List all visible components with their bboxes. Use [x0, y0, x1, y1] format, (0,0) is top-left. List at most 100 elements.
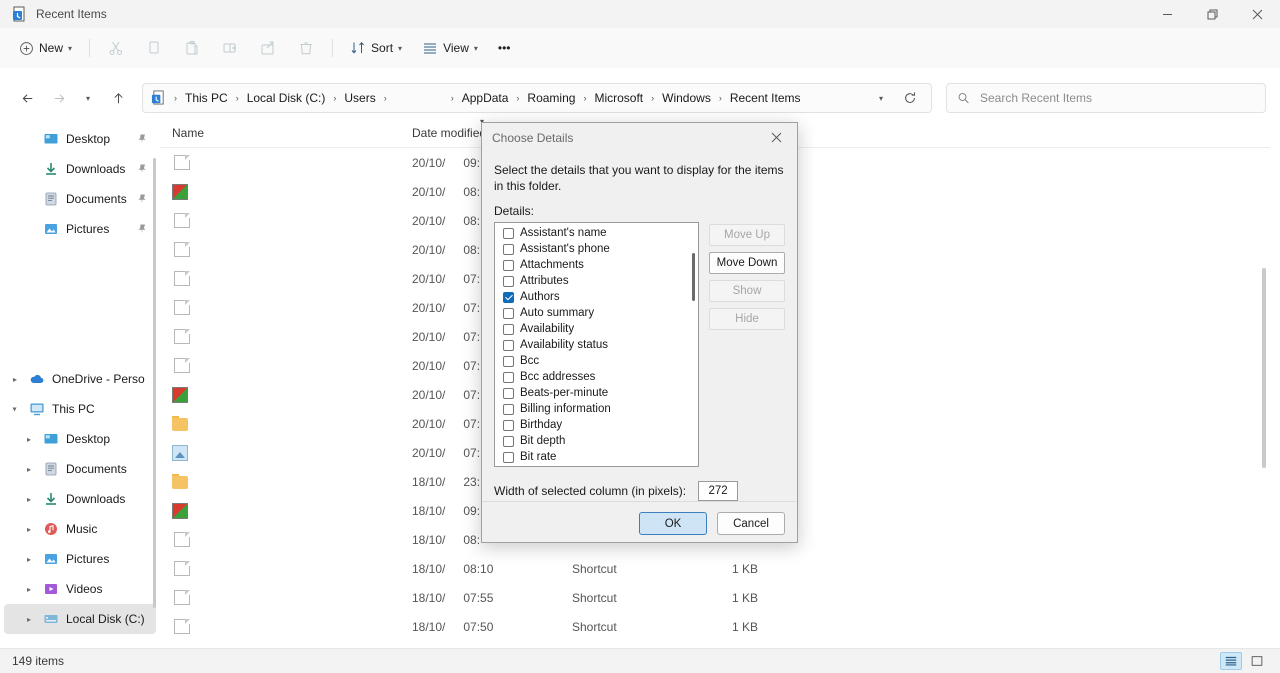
ok-button[interactable]: OK	[639, 512, 707, 536]
breadcrumb-item-roaming[interactable]: Roaming	[522, 88, 580, 108]
large-icons-view-button[interactable]	[1246, 652, 1268, 670]
sidebar-item-documents-quick[interactable]: Documents	[4, 184, 156, 214]
share-button[interactable]	[250, 33, 286, 63]
move-down-button[interactable]: Move Down	[709, 252, 785, 275]
checkbox[interactable]	[503, 435, 514, 447]
sidebar-item-desktop-quick[interactable]: Desktop	[4, 124, 156, 154]
list-item[interactable]: Assistant's name	[495, 225, 698, 241]
list-item[interactable]: Bcc	[495, 353, 698, 369]
sidebar-item-this-pc[interactable]: ▸ This PC	[4, 394, 156, 424]
checkbox[interactable]	[503, 387, 514, 399]
sidebar-item-local-disk-c[interactable]: ▸ Local Disk (C:)	[4, 604, 156, 634]
sidebar-item-onedrive[interactable]: ▸ OneDrive - Perso	[4, 364, 156, 394]
recent-locations-button[interactable]: ▾	[74, 83, 102, 113]
chevron-right-icon[interactable]: ▸	[22, 585, 36, 594]
list-item[interactable]: Birthday	[495, 417, 698, 433]
pin-icon[interactable]	[136, 193, 148, 205]
chevron-right-icon[interactable]: ▸	[22, 615, 36, 624]
search-input[interactable]	[978, 90, 1255, 106]
list-item[interactable]: Attributes	[495, 273, 698, 289]
sidebar-item-documents[interactable]: ▸ Documents	[4, 454, 156, 484]
sidebar-item-downloads-quick[interactable]: Downloads	[4, 154, 156, 184]
checkbox[interactable]	[503, 339, 514, 351]
copy-button[interactable]	[136, 33, 172, 63]
table-row[interactable]: 18/10/08:10 Shortcut 1 KB	[160, 554, 1270, 583]
cut-button[interactable]	[98, 33, 134, 63]
sort-button[interactable]: Sort ▾	[341, 33, 411, 63]
search-box[interactable]	[946, 83, 1266, 113]
checkbox-checked[interactable]	[503, 291, 514, 303]
checkbox[interactable]	[503, 403, 514, 415]
minimize-button[interactable]	[1145, 0, 1190, 28]
chevron-right-icon[interactable]: ▸	[22, 495, 36, 504]
up-button[interactable]	[104, 83, 132, 113]
checkbox[interactable]	[503, 451, 514, 463]
checkbox[interactable]	[503, 227, 514, 239]
chevron-right-icon[interactable]: ▸	[22, 525, 36, 534]
breadcrumb-item-windows[interactable]: Windows	[657, 88, 716, 108]
table-row[interactable]: 18/10/07:55 Shortcut 1 KB	[160, 583, 1270, 612]
view-button[interactable]: View ▾	[413, 33, 487, 63]
sidebar-item-videos[interactable]: ▸ Videos	[4, 574, 156, 604]
hide-button[interactable]: Hide	[709, 308, 785, 331]
show-button[interactable]: Show	[709, 280, 785, 303]
dialog-close-button[interactable]	[755, 123, 797, 152]
move-up-button[interactable]: Move Up	[709, 224, 785, 247]
sidebar-scrollbar[interactable]	[153, 158, 156, 608]
list-item[interactable]: Availability status	[495, 337, 698, 353]
column-width-input[interactable]: 272	[698, 481, 739, 502]
list-item-authors[interactable]: Authors	[495, 289, 698, 305]
sidebar-item-pictures[interactable]: ▸ Pictures	[4, 544, 156, 574]
list-item[interactable]: Attachments	[495, 257, 698, 273]
listbox-scrollbar[interactable]	[692, 253, 695, 302]
paste-button[interactable]	[174, 33, 210, 63]
back-button[interactable]	[14, 83, 42, 113]
new-button[interactable]: New ▾	[10, 33, 81, 63]
chevron-right-icon[interactable]: ▸	[22, 555, 36, 564]
sidebar-item-desktop[interactable]: ▸ Desktop	[4, 424, 156, 454]
column-header-name[interactable]: Name	[160, 126, 400, 140]
list-item[interactable]: Bcc addresses	[495, 369, 698, 385]
pin-icon[interactable]	[136, 223, 148, 235]
chevron-down-icon[interactable]: ▸	[11, 402, 20, 416]
breadcrumb-item-recent-items[interactable]: Recent Items	[725, 88, 806, 108]
forward-button[interactable]	[44, 83, 72, 113]
more-options-button[interactable]: •••	[489, 33, 520, 63]
sidebar-item-downloads[interactable]: ▸ Downloads	[4, 484, 156, 514]
chevron-right-icon[interactable]: ▸	[8, 375, 22, 384]
breadcrumb-item-this-pc[interactable]: This PC	[180, 88, 233, 108]
restore-button[interactable]	[1190, 0, 1235, 28]
sidebar-item-music[interactable]: ▸ Music	[4, 514, 156, 544]
pin-icon[interactable]	[136, 163, 148, 175]
table-row[interactable]: 18/10/07:50 Shortcut 1 KB	[160, 612, 1270, 641]
list-item[interactable]: Availability	[495, 321, 698, 337]
checkbox[interactable]	[503, 259, 514, 271]
delete-button[interactable]	[288, 33, 324, 63]
cancel-button[interactable]: Cancel	[717, 512, 785, 536]
details-listbox[interactable]: Assistant's name Assistant's phone Attac…	[494, 222, 699, 468]
breadcrumb[interactable]: › This PC › Local Disk (C:) › Users › › …	[142, 83, 932, 113]
file-list-scrollbar[interactable]	[1262, 268, 1266, 468]
list-item[interactable]: Assistant's phone	[495, 241, 698, 257]
list-item[interactable]: Billing information	[495, 401, 698, 417]
breadcrumb-item-users[interactable]: Users	[339, 88, 380, 108]
chevron-right-icon[interactable]: ▸	[22, 465, 36, 474]
refresh-button[interactable]	[895, 91, 925, 105]
checkbox[interactable]	[503, 307, 514, 319]
list-item[interactable]: Auto summary	[495, 305, 698, 321]
details-view-button[interactable]	[1220, 652, 1242, 670]
checkbox[interactable]	[503, 355, 514, 367]
checkbox[interactable]	[503, 243, 514, 255]
sidebar-item-pictures-quick[interactable]: Pictures	[4, 214, 156, 244]
breadcrumb-item-local-disk[interactable]: Local Disk (C:)	[242, 88, 331, 108]
rename-button[interactable]	[212, 33, 248, 63]
checkbox[interactable]	[503, 275, 514, 287]
list-item[interactable]: Bit rate	[495, 449, 698, 465]
checkbox[interactable]	[503, 419, 514, 431]
pin-icon[interactable]	[136, 133, 148, 145]
checkbox[interactable]	[503, 323, 514, 335]
checkbox[interactable]	[503, 371, 514, 383]
breadcrumb-item-appdata[interactable]: AppData	[457, 88, 514, 108]
chevron-right-icon[interactable]: ▸	[22, 435, 36, 444]
list-item[interactable]: Beats-per-minute	[495, 385, 698, 401]
